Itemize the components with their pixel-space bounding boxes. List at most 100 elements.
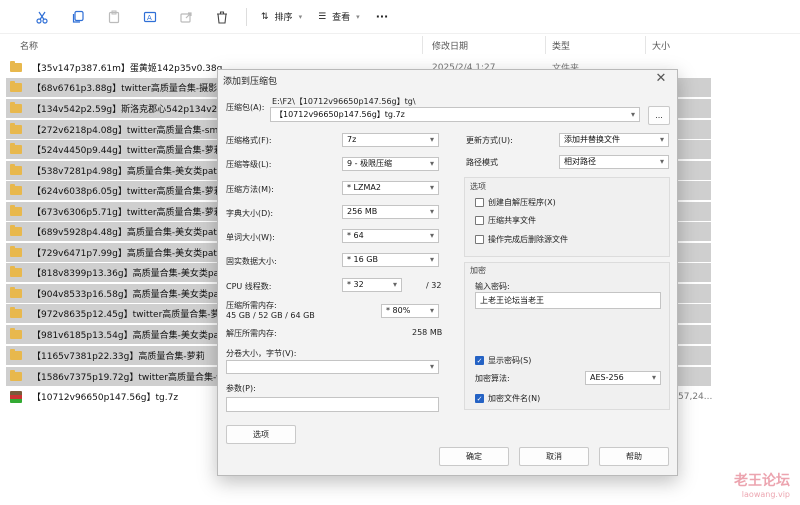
level-label: 压缩等级(L):: [226, 160, 272, 169]
archive-icon: [10, 390, 22, 403]
file-name: 【673v6306p5.71g】twitter高质量合集-萝莉类-: [32, 208, 236, 218]
password-label: 输入密码:: [475, 282, 510, 291]
shared-checkbox[interactable]: 压缩共享文件: [475, 215, 536, 226]
update-select[interactable]: 添加并替换文件 ▾: [559, 133, 669, 147]
dict-label: 字典大小(D):: [226, 209, 274, 218]
format-select[interactable]: 7z ▾: [342, 133, 439, 147]
chevron-down-icon: ▾: [429, 207, 434, 216]
method-select[interactable]: * LZMA2 ▾: [342, 181, 439, 195]
chevron-down-icon: ▾: [429, 306, 434, 315]
browse-button[interactable]: ...: [648, 106, 670, 125]
rename-icon[interactable]: A: [132, 4, 168, 30]
word-value: * 64: [347, 231, 364, 240]
update-value: 添加并替换文件: [564, 135, 620, 144]
method-label: 压缩方法(M):: [226, 185, 274, 194]
column-date[interactable]: 修改日期: [432, 39, 468, 52]
file-name: 【1586v7375p19.72g】twitter高质量合集-伪娘: [32, 373, 235, 383]
params-input[interactable]: [226, 397, 439, 412]
folder-icon: [10, 61, 22, 72]
delete-icon[interactable]: [204, 4, 240, 30]
sort-label: 排序: [274, 13, 293, 23]
file-name: 【538v7281p4.98g】高质量合集-美女类patr02(: [32, 167, 236, 177]
archive-label: 压缩包(A):: [226, 103, 265, 112]
folder-icon: [10, 266, 22, 277]
format-value: 7z: [347, 135, 357, 144]
chevron-down-icon: ▾: [429, 135, 434, 144]
show-password-checkbox[interactable]: ✓ 显示密码(S): [475, 355, 531, 366]
column-divider: [422, 36, 423, 54]
solid-select[interactable]: * 16 GB ▾: [342, 253, 439, 267]
cancel-button[interactable]: 取消: [519, 447, 589, 466]
copy-icon[interactable]: [60, 4, 96, 30]
column-size[interactable]: 大小: [652, 39, 670, 52]
checkmark-icon: ✓: [475, 356, 484, 365]
file-name: 【35v147p387.61m】蛋黄姬142p35v0.38g: [32, 64, 223, 74]
enc-method-label: 加密算法:: [475, 374, 510, 383]
mem-percent-value: * 80%: [386, 306, 411, 315]
mem-decomp-value: 258 MB: [412, 328, 443, 337]
update-label: 更新方式(U):: [466, 136, 513, 145]
archive-name-field[interactable]: 【10712v96650p147.56g】tg.7z ▾: [270, 107, 640, 122]
watermark-title: 老王论坛: [734, 473, 790, 489]
folder-icon: [10, 328, 22, 339]
folder-icon: [10, 246, 22, 257]
file-size: 57,24...: [678, 391, 713, 402]
view-icon: ☰: [318, 11, 327, 22]
dialog-title: 添加到压缩包: [223, 77, 278, 87]
file-name: 【524v4450p9.44g】twitter高质量合集-萝莉类p: [32, 146, 238, 156]
chevron-down-icon: ▾: [356, 12, 360, 21]
checkbox-box: [475, 198, 484, 207]
watermark-sub: laowang.vip: [741, 490, 790, 499]
chevron-down-icon: ▾: [429, 231, 434, 240]
encrypt-names-checkbox[interactable]: ✓ 加密文件名(N): [475, 393, 540, 404]
archive-path: E:\F2\【10712v96650p147.56g】tg\: [272, 97, 416, 106]
file-name: 【68v6761p3.88g】twitter高质量合集-摄影类[6: [32, 84, 236, 94]
file-name: 【729v6471p7.99g】高质量合集-美女类patr04(: [32, 249, 236, 259]
paste-icon[interactable]: [96, 4, 132, 30]
solid-label: 固实数据大小:: [226, 257, 277, 266]
dict-select[interactable]: 256 MB ▾: [342, 205, 439, 219]
options-button[interactable]: 选项: [226, 425, 296, 444]
chevron-down-icon: ▾: [429, 183, 434, 192]
level-select[interactable]: 9 - 极限压缩 ▾: [342, 157, 439, 171]
ok-button[interactable]: 确定: [439, 447, 509, 466]
watermark-logo: 老王论坛 laowang.vip: [734, 470, 790, 499]
level-value: 9 - 极限压缩: [347, 159, 393, 168]
folder-icon: [10, 184, 22, 195]
params-label: 参数(P):: [226, 384, 256, 393]
pathmode-select[interactable]: 相对路径 ▾: [559, 155, 669, 169]
column-divider: [645, 36, 646, 54]
enc-method-select[interactable]: AES-256 ▾: [585, 371, 661, 385]
split-select[interactable]: ▾: [226, 360, 439, 374]
archive-name-value: 【10712v96650p147.56g】tg.7z: [275, 110, 405, 119]
column-type[interactable]: 类型: [552, 39, 570, 52]
sort-button[interactable]: ⇅ 排序 ▾: [253, 4, 310, 30]
file-name: 【689v5928p4.48g】高质量合集-美女类patr03(: [32, 228, 236, 238]
cut-icon[interactable]: [24, 4, 60, 30]
sfx-checkbox[interactable]: 创建自解压程序(X): [475, 197, 556, 208]
mem-comp-value: 45 GB / 52 GB / 64 GB: [226, 311, 315, 320]
delete-source-checkbox[interactable]: 操作完成后删除源文件: [475, 234, 568, 245]
help-button[interactable]: 帮助: [599, 447, 669, 466]
more-options-button[interactable]: ···: [368, 4, 397, 30]
column-name[interactable]: 名称: [20, 39, 38, 52]
add-to-archive-dialog: 添加到压缩包 ✕ 压缩包(A): E:\F2\【10712v96650p147.…: [217, 69, 678, 476]
folder-icon: [10, 225, 22, 236]
folder-icon: [10, 349, 22, 360]
folder-icon: [10, 307, 22, 318]
chevron-down-icon: ▾: [429, 362, 434, 371]
password-field[interactable]: 上老王论坛当老王: [475, 292, 661, 309]
threads-select[interactable]: * 32 ▾: [342, 278, 402, 292]
word-select[interactable]: * 64 ▾: [342, 229, 439, 243]
file-list-header: 名称 修改日期 类型 大小: [0, 34, 800, 56]
share-icon[interactable]: [168, 4, 204, 30]
mem-percent-select[interactable]: * 80% ▾: [381, 304, 439, 318]
close-icon[interactable]: ✕: [651, 70, 671, 88]
svg-text:A: A: [147, 14, 152, 22]
chevron-down-icon: ▾: [429, 255, 434, 264]
view-button[interactable]: ☰ 查看 ▾: [310, 4, 368, 30]
chevron-down-icon: ▾: [651, 373, 656, 382]
folder-icon: [10, 287, 22, 298]
file-name: 【904v8533p16.58g】高质量合集-美女类patr06: [32, 290, 238, 300]
password-value: 上老王论坛当老王: [480, 296, 544, 305]
